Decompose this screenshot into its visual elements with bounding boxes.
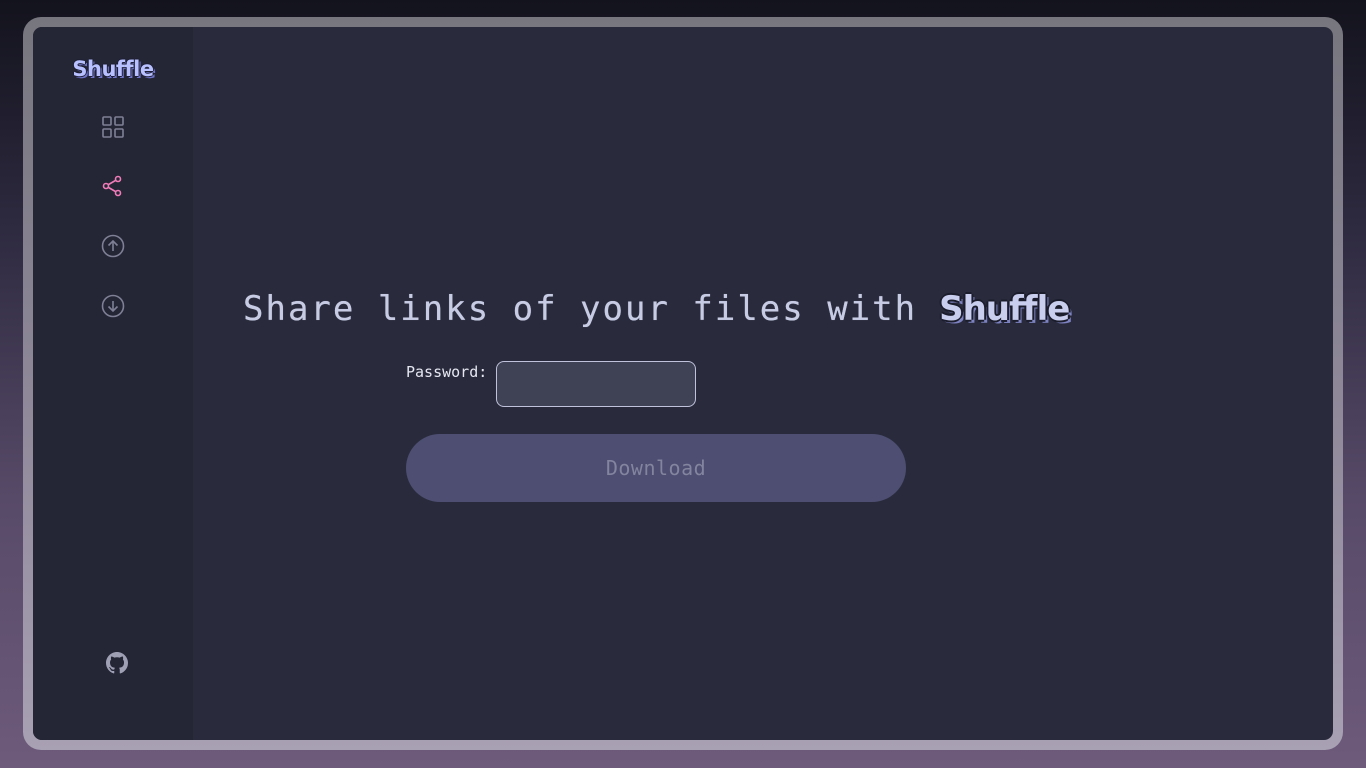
arrow-up-circle-icon	[101, 234, 125, 258]
app-logo[interactable]: Shuffle	[33, 57, 193, 81]
main-content: Share links of your files with Shuffle P…	[193, 27, 1333, 740]
sidebar-item-upload[interactable]	[100, 233, 126, 259]
app-window: Shuffle Share links of your files with S…	[33, 27, 1333, 740]
sidebar-item-download[interactable]	[100, 293, 126, 319]
arrow-down-circle-icon	[101, 294, 125, 318]
password-label: Password:	[406, 363, 488, 381]
download-button[interactable]: Download	[406, 434, 906, 502]
share-icon	[101, 175, 123, 197]
sidebar: Shuffle	[33, 27, 193, 740]
password-row: Password:	[406, 361, 697, 407]
password-input[interactable]	[496, 361, 697, 407]
sidebar-item-share[interactable]	[99, 173, 125, 199]
sidebar-item-dashboard[interactable]	[100, 114, 126, 140]
page-title: Share links of your files with Shuffle	[243, 289, 1070, 329]
page-title-brand: Shuffle	[939, 289, 1070, 329]
page-title-text: Share links of your files with	[243, 289, 918, 329]
github-link[interactable]	[104, 650, 130, 676]
grid-icon	[102, 116, 124, 138]
github-icon	[106, 652, 128, 674]
app-frame: Shuffle Share links of your files with S…	[23, 17, 1343, 750]
